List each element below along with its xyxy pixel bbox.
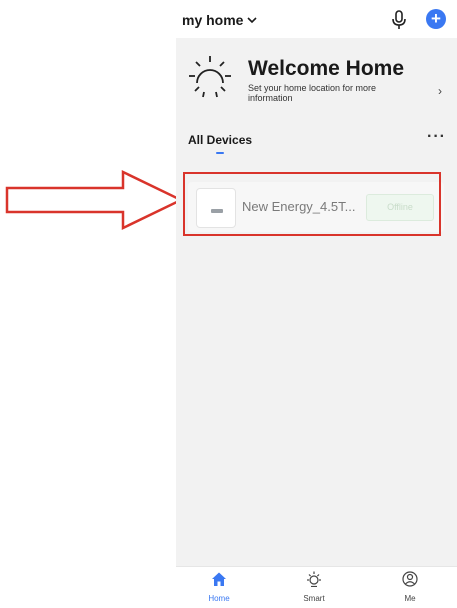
nav-me-label: Me [404,594,416,603]
active-tab-indicator [216,152,224,154]
user-circle-icon [402,571,418,587]
microphone-icon[interactable] [390,10,408,30]
home-selector[interactable]: my home [182,12,258,28]
bottom-navigation: Home Smart Me [176,566,457,608]
nav-smart[interactable]: Smart [284,571,344,603]
more-options-icon[interactable]: ··· [427,128,446,146]
house-icon [212,572,226,586]
welcome-banner[interactable]: Welcome Home Set your home location for … [176,46,457,116]
annotation-arrow [5,170,183,230]
chevron-right-icon[interactable]: › [438,84,442,98]
welcome-subtitle: Set your home location for more informat… [248,83,377,103]
annotation-highlight-box [183,172,441,236]
nav-smart-label: Smart [303,594,325,603]
sun-icon [307,571,321,588]
home-selector-label: my home [182,12,244,28]
nav-home-label: Home [208,594,230,603]
app-screen: my home + Welcome Home Set your home loc… [176,0,457,608]
add-device-button[interactable]: + [426,9,446,29]
tab-all-devices[interactable]: All Devices [188,133,252,147]
screenshot-page: my home + Welcome Home Set your home loc… [0,0,457,608]
welcome-title: Welcome Home [248,57,404,80]
sun-icon [189,56,231,98]
chevron-down-icon [247,17,258,24]
nav-me[interactable]: Me [380,571,440,603]
plus-icon: + [431,9,441,28]
top-bar: my home + [176,0,457,38]
nav-home[interactable]: Home [189,571,249,603]
